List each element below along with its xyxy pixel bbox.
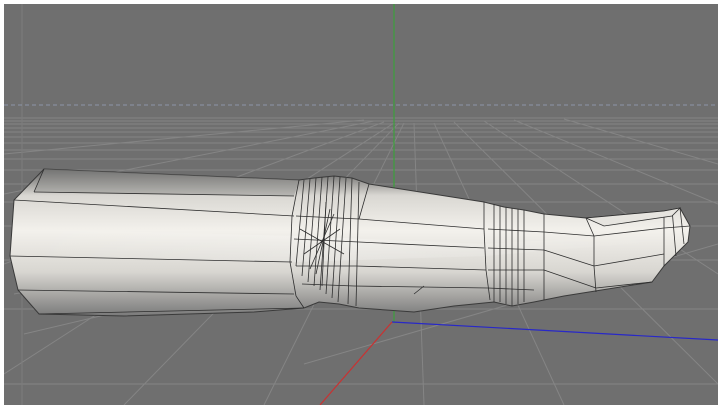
app-frame [0,0,722,409]
viewport-canvas[interactable] [4,4,718,405]
3d-viewport[interactable] [4,4,718,405]
